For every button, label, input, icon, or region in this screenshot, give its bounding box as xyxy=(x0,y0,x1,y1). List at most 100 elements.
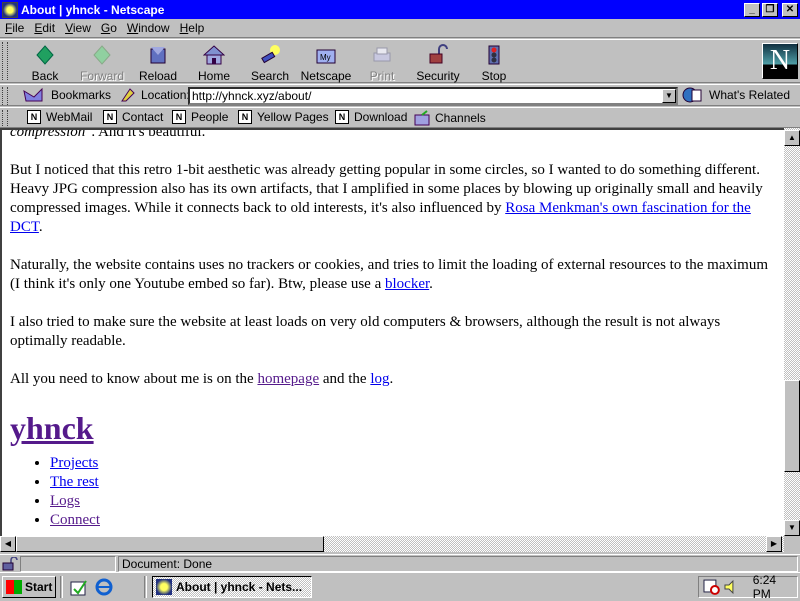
netscape-link-icon: N xyxy=(172,110,186,124)
scroll-left-button[interactable]: ◀ xyxy=(0,536,16,552)
page-proxy-icon[interactable] xyxy=(120,87,136,103)
link-people[interactable]: N People xyxy=(172,110,228,124)
stop-label: Stop xyxy=(481,69,507,83)
search-button[interactable]: Search xyxy=(242,42,298,83)
menu-edit-label: dit xyxy=(42,21,56,35)
paragraph-about-me-text: All you need to know about me is on the xyxy=(10,371,258,387)
link-channels[interactable]: Channels xyxy=(414,110,486,126)
url-input[interactable]: http://yhnck.xyz/about/ ▼ xyxy=(188,87,678,105)
stop-icon xyxy=(488,45,500,65)
netscape-link-icon: N xyxy=(335,110,349,124)
paragraph-privacy: Naturally, the website contains uses no … xyxy=(10,256,770,294)
scroll-down-button[interactable]: ▼ xyxy=(784,520,800,536)
vertical-scroll-thumb[interactable] xyxy=(784,380,800,472)
forward-button[interactable]: Forward xyxy=(74,42,130,83)
menu-go[interactable]: Go xyxy=(96,21,122,35)
scheduler-icon[interactable] xyxy=(703,579,721,595)
search-label: Search xyxy=(250,69,290,83)
location-toolbar-grip[interactable] xyxy=(2,87,8,105)
window-title: About | yhnck - Netscape xyxy=(21,2,165,17)
netscape-app-icon[interactable] xyxy=(2,1,18,18)
nav-list-item: Logs xyxy=(50,492,770,511)
netscape-link-icon: N xyxy=(238,110,252,124)
restore-button[interactable]: ❐ xyxy=(762,2,778,17)
quick-launch-desktop-icon[interactable] xyxy=(70,579,88,597)
link-webmail-label: WebMail xyxy=(46,110,93,124)
bookmarks-label: Bookmarks xyxy=(51,88,112,102)
scroll-up-button[interactable]: ▲ xyxy=(784,130,800,146)
menu-window-label: indow xyxy=(138,21,170,35)
blocker-link[interactable]: blocker xyxy=(385,276,429,292)
forward-arrow-icon xyxy=(93,45,111,65)
link-yellow-pages[interactable]: N Yellow Pages xyxy=(238,110,329,124)
bookmarks-icon xyxy=(23,87,43,102)
url-text: http://yhnck.xyz/about/ xyxy=(192,89,312,103)
back-label: Back xyxy=(31,69,59,83)
taskbar-separator xyxy=(60,576,63,598)
menu-file-label: ile xyxy=(12,21,25,35)
reload-icon xyxy=(150,47,166,64)
menu-bar: File Edit View Go Window Help xyxy=(0,19,800,38)
security-button[interactable]: Security xyxy=(410,42,466,83)
horizontal-scroll-thumb[interactable] xyxy=(16,536,324,552)
netscape-link-icon: N xyxy=(103,110,117,124)
netscape-logo[interactable]: N xyxy=(762,43,798,79)
print-label: Print xyxy=(369,69,395,83)
navigation-toolbar: Back Forward Reload Home Search My Netsc… xyxy=(0,39,800,83)
minimize-button[interactable]: _ xyxy=(744,2,760,17)
close-button[interactable]: ✕ xyxy=(782,2,798,17)
back-button[interactable]: Back xyxy=(17,42,73,83)
menu-edit[interactable]: Edit xyxy=(29,21,60,35)
start-button[interactable]: Start xyxy=(2,576,56,598)
menu-file[interactable]: File xyxy=(0,21,29,35)
reload-label: Reload xyxy=(138,69,178,83)
site-heading-link[interactable]: yhnck xyxy=(10,410,94,446)
stop-button[interactable]: Stop xyxy=(466,42,522,83)
my-netscape-icon: My xyxy=(316,49,336,64)
link-download[interactable]: N Download xyxy=(335,110,407,124)
volume-icon[interactable] xyxy=(723,579,739,595)
nav-link-the-rest[interactable]: The rest xyxy=(50,474,99,490)
security-status-icon[interactable] xyxy=(2,557,18,571)
link-download-label: Download xyxy=(354,110,408,124)
nav-link-projects[interactable]: Projects xyxy=(50,455,98,471)
nav-link-connect[interactable]: Connect xyxy=(50,512,100,528)
link-contact[interactable]: N Contact xyxy=(103,110,163,124)
nav-link-logs[interactable]: Logs xyxy=(50,493,80,509)
link-webmail[interactable]: N WebMail xyxy=(27,110,92,124)
paragraph-about-me: All you need to know about me is on the … xyxy=(10,370,770,389)
scroll-right-button[interactable]: ▶ xyxy=(766,536,782,552)
lock-icon xyxy=(429,44,448,64)
paragraph-intro-fragment: compression". And it's beautiful. xyxy=(10,130,770,142)
nav-list-item: The rest xyxy=(50,473,770,492)
url-history-dropdown[interactable]: ▼ xyxy=(662,89,676,103)
taskbar: Start About | yhnck - Nets... 6:24 PM xyxy=(0,572,800,601)
taskbar-netscape-window[interactable]: About | yhnck - Nets... xyxy=(152,576,312,598)
toolbar-grip[interactable] xyxy=(2,42,8,80)
print-icon xyxy=(373,47,391,62)
netscape-button[interactable]: My Netscape xyxy=(298,42,354,83)
horizontal-scrollbar[interactable]: ◀ ▶ xyxy=(0,536,784,552)
taskbar-window-label: About | yhnck - Nets... xyxy=(176,580,303,594)
forward-label: Forward xyxy=(79,69,124,83)
vertical-scrollbar[interactable]: ▲ ▼ xyxy=(784,128,800,536)
bookmarks-button[interactable]: Bookmarks xyxy=(22,87,111,103)
start-label: Start xyxy=(25,580,53,594)
taskbar-separator xyxy=(144,576,147,598)
print-button[interactable]: Print xyxy=(354,42,410,83)
whats-related-button[interactable]: What's Related xyxy=(682,87,790,103)
menu-window[interactable]: Window xyxy=(122,21,175,35)
menu-help[interactable]: Help xyxy=(175,21,210,35)
menu-view[interactable]: View xyxy=(60,21,96,35)
system-tray: 6:24 PM xyxy=(698,573,798,601)
homepage-link[interactable]: homepage xyxy=(257,371,319,387)
internet-explorer-icon[interactable] xyxy=(95,578,113,596)
search-icon xyxy=(261,45,280,64)
home-button[interactable]: Home xyxy=(186,42,242,83)
clock[interactable]: 6:24 PM xyxy=(753,573,797,601)
reload-button[interactable]: Reload xyxy=(130,42,186,83)
personal-toolbar-grip[interactable] xyxy=(2,110,8,126)
paragraph-aesthetic: But I noticed that this retro 1-bit aest… xyxy=(10,161,770,237)
svg-text:My: My xyxy=(320,53,331,62)
log-link[interactable]: log xyxy=(370,371,389,387)
